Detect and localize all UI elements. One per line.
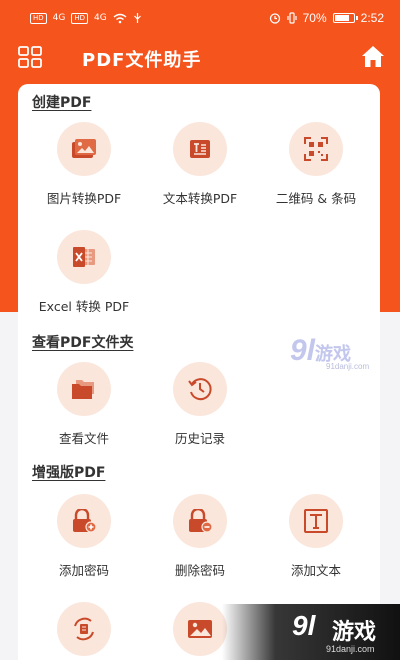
section-title-create-pdf: 创建PDF — [32, 95, 92, 111]
tile-label: 查看文件 — [58, 431, 109, 446]
status-bar: HD 4G HD 4G 70% 2:52 — [0, 0, 400, 36]
tile-rotate-doc[interactable] — [28, 602, 140, 660]
vibrate-icon — [287, 12, 297, 24]
excel-icon — [57, 230, 111, 284]
rotate-doc-icon — [57, 602, 111, 656]
status-left: HD 4G HD 4G — [30, 12, 142, 24]
usb-icon — [133, 13, 141, 23]
watermark-name: 游戏 — [315, 344, 352, 364]
section-title-view-folder: 查看PDF文件夹 — [32, 335, 134, 351]
tile-excel-to-pdf[interactable]: Excel 转换 PDF — [28, 230, 140, 315]
tile-label: 图片转换PDF — [46, 191, 122, 206]
corner-watermark-number: 9l — [292, 610, 316, 641]
section-title-enhanced-pdf: 增强版PDF — [32, 465, 106, 481]
tile-qr-barcode[interactable]: 二维码 & 条码 — [260, 122, 372, 207]
tile-label: 文本转换PDF — [162, 191, 238, 206]
tile-view-files[interactable]: 查看文件 — [28, 362, 140, 447]
wifi-icon — [113, 13, 127, 23]
battery-fill — [334, 15, 349, 21]
history-icon — [173, 362, 227, 416]
lock-remove-icon — [173, 494, 227, 548]
watermark-domain: 91danji.com — [326, 362, 370, 371]
tile-history[interactable]: 历史记录 — [144, 362, 256, 447]
tile-image-to-pdf[interactable]: 图片转换PDF — [28, 122, 140, 207]
tile-add-text[interactable]: 添加文本 — [260, 494, 372, 579]
watermark-number: 9l — [290, 334, 316, 367]
alarm-icon — [269, 13, 280, 24]
corner-watermark: 9l 游戏 91danji.com — [222, 604, 400, 660]
watermark-logo: 9l游戏 91danji.com — [290, 334, 369, 371]
tile-label: 添加文本 — [290, 563, 341, 578]
lock-add-icon — [57, 494, 111, 548]
corner-watermark-name: 游戏 — [332, 620, 377, 645]
corner-watermark-domain: 91danji.com — [326, 644, 375, 654]
tile-label: 删除密码 — [174, 563, 225, 578]
qr-scan-icon — [289, 122, 343, 176]
tile-label: 历史记录 — [174, 431, 225, 446]
tile-label: Excel 转换 PDF — [38, 299, 130, 314]
hd-badge-2: HD — [71, 12, 89, 24]
tile-text-to-pdf[interactable]: 文本转换PDF — [144, 122, 256, 207]
tile-label: 二维码 & 条码 — [275, 191, 357, 206]
image-icon — [57, 122, 111, 176]
add-text-icon — [289, 494, 343, 548]
tile-add-password[interactable]: 添加密码 — [28, 494, 140, 579]
battery-percent: 70% — [302, 11, 327, 25]
tile-remove-password[interactable]: 删除密码 — [144, 494, 256, 579]
folder-icon — [57, 362, 111, 416]
image-icon — [173, 602, 227, 656]
app-bar: PDF文件助手 — [0, 38, 400, 78]
text-doc-icon — [173, 122, 227, 176]
clock: 2:52 — [360, 11, 384, 25]
home-icon[interactable] — [360, 44, 386, 70]
tile-label: 添加密码 — [58, 563, 109, 578]
page-title: PDF文件助手 — [82, 50, 202, 71]
network-4g-badge-2: 4G — [94, 13, 107, 23]
battery-icon — [332, 13, 358, 23]
hd-badge: HD — [30, 12, 47, 24]
network-4g-badge: 4G — [52, 13, 66, 23]
status-right: 70% 2:52 — [269, 11, 384, 25]
grid-menu-icon[interactable] — [18, 46, 42, 68]
